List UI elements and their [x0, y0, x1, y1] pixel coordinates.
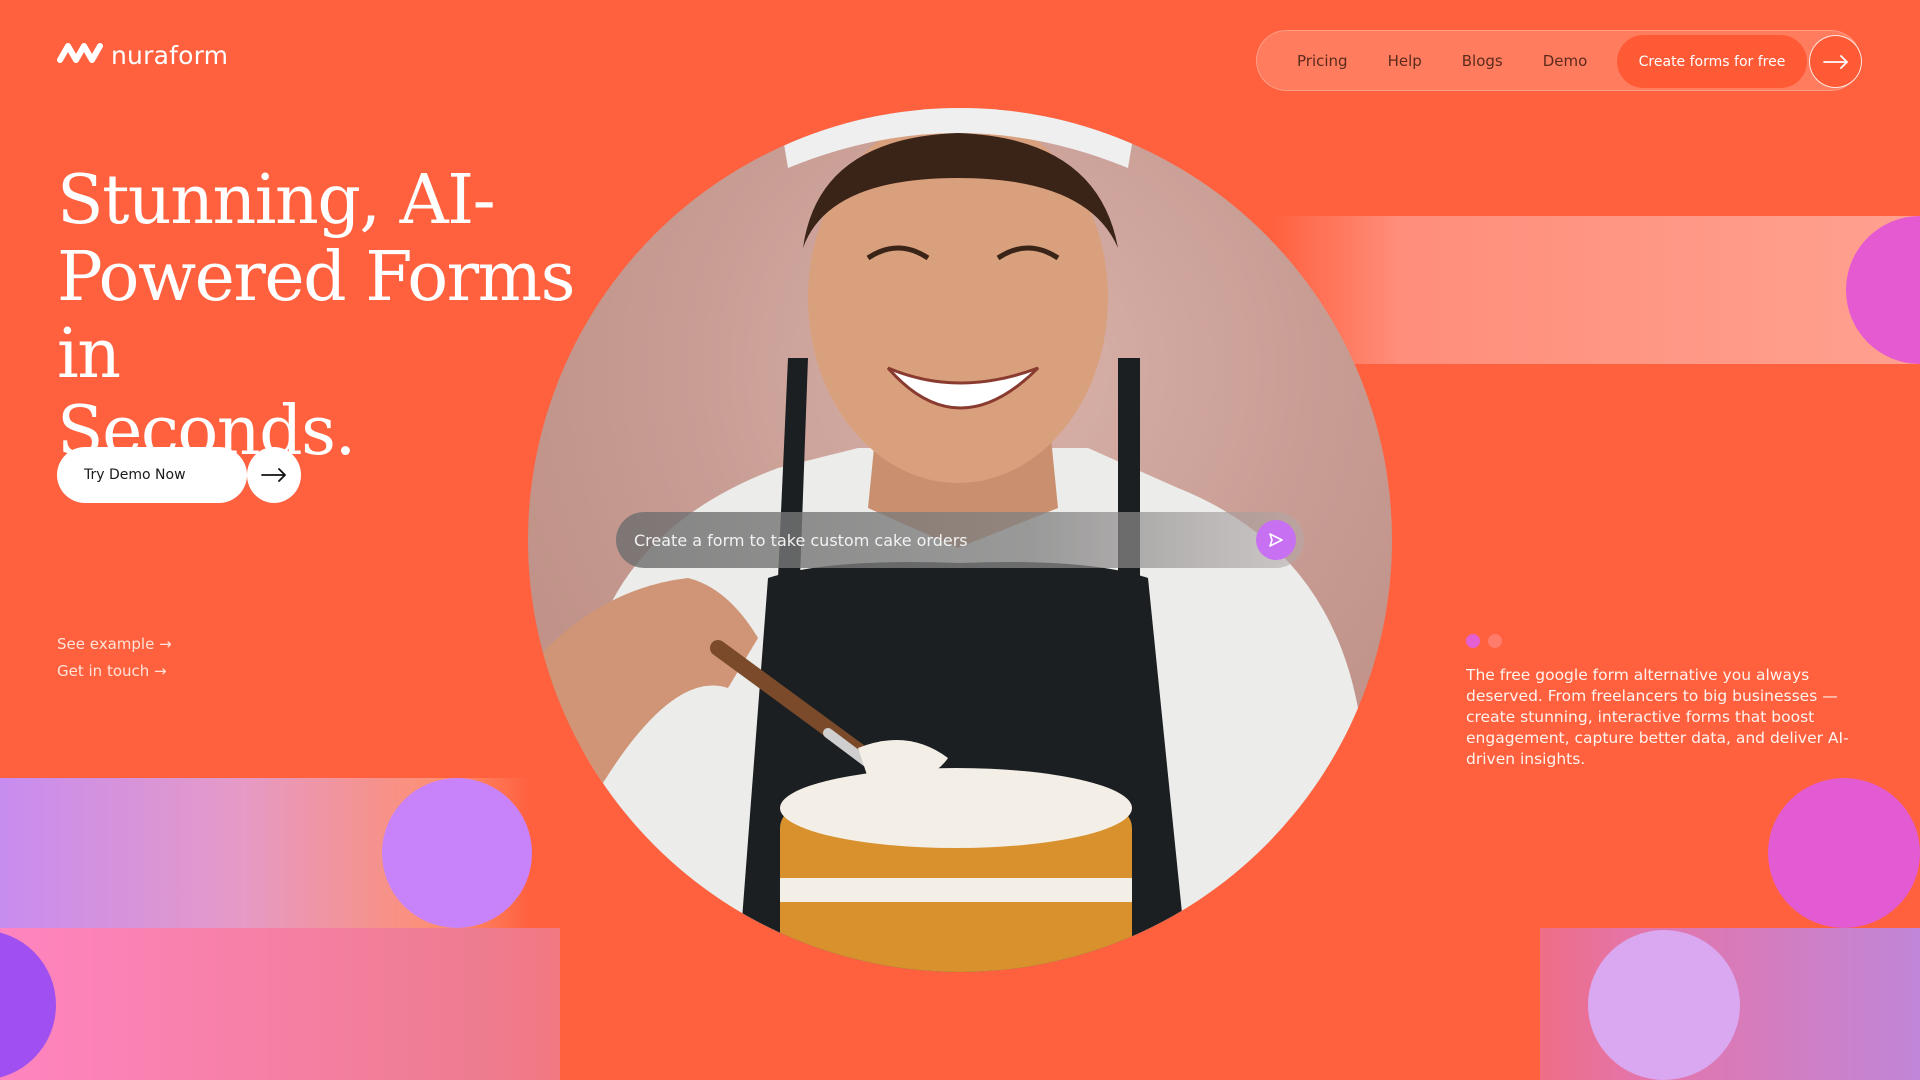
nav-link-demo[interactable]: Demo [1543, 52, 1588, 70]
get-in-touch-link[interactable]: Get in touch → [57, 662, 172, 680]
nav-link-pricing[interactable]: Pricing [1297, 52, 1348, 70]
arrow-right-icon [261, 468, 286, 482]
logo-icon [57, 40, 103, 70]
decorative-circle [1768, 778, 1920, 928]
try-demo-arrow-button[interactable] [247, 447, 301, 503]
decorative-circle [382, 778, 532, 928]
tagline: The free google form alternative you alw… [1466, 666, 1849, 768]
decorative-circle [1588, 930, 1740, 1080]
carousel-dots [1466, 634, 1502, 648]
create-forms-button[interactable]: Create forms for free [1617, 35, 1807, 88]
send-button[interactable] [1256, 520, 1296, 560]
prompt-input[interactable]: Create a form to take custom cake orders [616, 512, 1304, 568]
brand-name: nuraform [111, 40, 229, 70]
hero-links: See example → Get in touch → [57, 635, 172, 689]
hero-title-line: Stunning, AI- [57, 161, 496, 240]
send-icon [1269, 533, 1283, 547]
prompt-text: Create a form to take custom cake orders [634, 530, 968, 550]
brand-logo[interactable]: nuraform [57, 40, 228, 70]
nav-link-blogs[interactable]: Blogs [1462, 52, 1503, 70]
nav-link-help[interactable]: Help [1388, 52, 1422, 70]
carousel-dot[interactable] [1488, 634, 1502, 648]
create-forms-arrow-button[interactable] [1809, 35, 1862, 88]
top-nav: Pricing Help Blogs Demo Create forms for… [1256, 30, 1862, 91]
see-example-link[interactable]: See example → [57, 635, 172, 653]
carousel-dot-active[interactable] [1466, 634, 1480, 648]
try-demo-button[interactable]: Try Demo Now [57, 447, 247, 503]
hero-title-line: Powered Forms in [57, 238, 576, 394]
arrow-right-icon [1822, 54, 1848, 69]
